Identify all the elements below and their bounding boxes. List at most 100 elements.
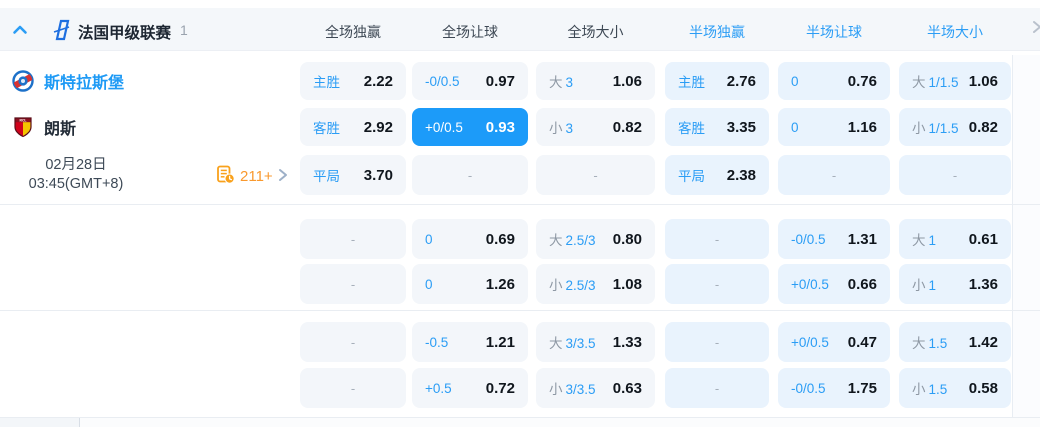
match-datetime: 02月28日 03:45(GMT+8) (0, 156, 152, 194)
odds-selection-label: -0/0.5 (791, 380, 826, 396)
odds-selection-label: 0 (425, 276, 433, 292)
odds-cell[interactable]: 0 0.69 (412, 219, 528, 259)
league-header: 法国甲级联赛 1 全场独赢 全场让球 全场大小 半场独赢 半场让球 半场大小 (0, 8, 1040, 51)
odds-cell[interactable]: 小 1 1.36 (899, 264, 1011, 304)
odds-cell-empty: - (300, 219, 406, 259)
odds-cell[interactable]: 大 1.5 1.42 (899, 322, 1011, 362)
overunder-prefix: 小 (549, 382, 563, 397)
odds-cell[interactable]: -0/0.5 1.75 (778, 368, 890, 408)
odds-value: 1.08 (612, 275, 642, 293)
odds-selection-label: 0 (791, 119, 799, 135)
odds-cell[interactable]: +0.5 0.72 (412, 368, 528, 408)
odds-cell-empty: - (665, 264, 769, 304)
odds-value: 2.76 (726, 72, 756, 90)
overunder-prefix: 小 (912, 382, 926, 397)
odds-selection-label: 主胜 (678, 75, 705, 90)
odds-cell-empty: - (300, 322, 406, 362)
odds-cell-empty: - (300, 368, 406, 408)
odds-cell[interactable]: 大 2.5/3 0.80 (536, 219, 655, 259)
odds-selection-label: -0/0.5 (425, 73, 460, 89)
odds-value: 0.47 (847, 333, 877, 351)
odds-selection-label: -0/0.5 (791, 231, 826, 247)
odds-cell[interactable]: 平局 2.38 (665, 155, 769, 195)
odds-cell[interactable]: -0/0.5 0.97 (412, 62, 528, 100)
odds-selection-label: 小 1.5 (912, 382, 948, 397)
odds-cell[interactable]: 小 3 0.82 (536, 108, 655, 146)
odds-cell[interactable]: 大 1/1.5 1.06 (899, 62, 1011, 100)
odds-cell[interactable]: 主胜 2.22 (300, 62, 406, 100)
odds-value: 1.26 (485, 275, 515, 293)
ligue1-logo-icon (53, 19, 71, 44)
odds-cell[interactable]: 0 1.26 (412, 264, 528, 304)
svg-text:RCL: RCL (20, 119, 27, 123)
odds-value: 0.69 (485, 230, 515, 248)
odds-selection-label: 主胜 (313, 75, 340, 90)
odds-selection-label: +0.5 (425, 380, 452, 396)
overunder-prefix: 小 (912, 278, 926, 293)
odds-selection-label: 大 2.5/3 (549, 233, 596, 248)
overunder-prefix: 大 (549, 336, 563, 351)
odds-cell[interactable]: 大 3 1.06 (536, 62, 655, 100)
overunder-prefix: 大 (912, 336, 926, 351)
odds-selection-label: 平局 (678, 169, 705, 184)
odds-value: 2.92 (363, 118, 393, 136)
overunder-prefix: 小 (549, 121, 563, 136)
odds-cell[interactable]: 大 1 0.61 (899, 219, 1011, 259)
odds-cell[interactable]: 大 3/3.5 1.33 (536, 322, 655, 362)
odds-selection-label: 0 (791, 73, 799, 89)
odds-cell[interactable]: 小 2.5/3 1.08 (536, 264, 655, 304)
chevron-right-icon (277, 168, 289, 185)
collapse-chevron-up-icon[interactable] (11, 21, 29, 39)
odds-selection-label: 客胜 (678, 121, 705, 136)
column-header-ft-1x2: 全场独赢 (325, 24, 381, 40)
league-name: 法国甲级联赛 (78, 25, 172, 42)
odds-selection-label: 大 1.5 (912, 336, 948, 351)
odds-cell[interactable]: 小 1.5 0.58 (899, 368, 1011, 408)
odds-cell-empty: - (778, 155, 890, 195)
right-gutter (1013, 55, 1040, 417)
odds-cell[interactable]: 客胜 2.92 (300, 108, 406, 146)
odds-cell[interactable]: 客胜 3.35 (665, 108, 769, 146)
away-team-row[interactable]: RCL 朗斯 (0, 108, 300, 146)
odds-selection-label: 小 2.5/3 (549, 278, 596, 293)
odds-value: 0.80 (612, 230, 642, 248)
odds-cell[interactable]: 平局 3.70 (300, 155, 406, 195)
odds-cell-empty: - (665, 322, 769, 362)
odds-value: 0.82 (968, 118, 998, 136)
odds-cell[interactable]: 0 0.76 (778, 62, 890, 100)
home-team-name[interactable]: 斯特拉斯堡 (44, 69, 124, 93)
odds-selection-label: 大3 (549, 75, 574, 90)
column-header-ht-overunder: 半场大小 (927, 24, 983, 40)
markets-count[interactable]: 211+ (240, 168, 273, 185)
odds-selection-label: 大 3/3.5 (549, 336, 596, 351)
odds-cell[interactable]: +0/0.5 0.66 (778, 264, 890, 304)
odds-cell[interactable]: +0/0.5 0.93 (412, 108, 528, 146)
odds-cell[interactable]: +0/0.5 0.47 (778, 322, 890, 362)
odds-value: 1.16 (847, 118, 877, 136)
odds-cell[interactable]: -0/0.5 1.31 (778, 219, 890, 259)
odds-value: 0.58 (968, 379, 998, 397)
odds-cell[interactable]: 小 3/3.5 0.63 (536, 368, 655, 408)
away-team-name[interactable]: 朗斯 (44, 115, 76, 139)
odds-selection-label: +0/0.5 (425, 119, 463, 135)
more-icon[interactable] (1030, 20, 1040, 37)
home-team-row[interactable]: 斯特拉斯堡 (0, 62, 300, 100)
group-divider (0, 310, 1040, 311)
home-team-badge-icon (12, 70, 34, 92)
odds-selection-label: 大1 (912, 233, 937, 248)
column-header-ht-1x2: 半场独赢 (689, 24, 745, 40)
odds-cell-empty: - (412, 155, 528, 195)
odds-selection-label: 大 1/1.5 (912, 75, 959, 90)
odds-cell[interactable]: -0.5 1.21 (412, 322, 528, 362)
odds-value: 0.66 (847, 275, 877, 293)
odds-cell[interactable]: 0 1.16 (778, 108, 890, 146)
odds-cell-empty: - (536, 155, 655, 195)
odds-value: 3.35 (726, 118, 756, 136)
odds-cell[interactable]: 小 1/1.5 0.82 (899, 108, 1011, 146)
odds-cell[interactable]: 主胜 2.76 (665, 62, 769, 100)
match-date: 02月28日 (45, 157, 107, 173)
overunder-prefix: 大 (549, 75, 563, 90)
odds-value: 0.76 (847, 72, 877, 90)
markets-count-link[interactable]: 211+ (216, 165, 289, 187)
odds-value: 1.33 (612, 333, 642, 351)
